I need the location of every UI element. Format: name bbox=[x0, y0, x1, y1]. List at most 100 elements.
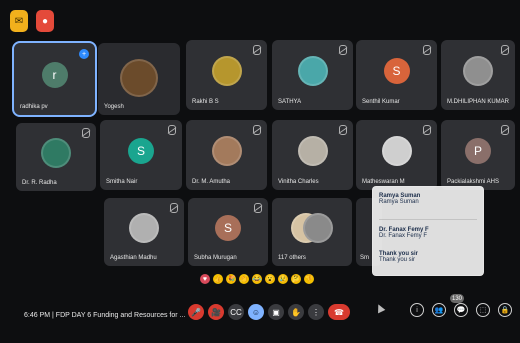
profile-photo bbox=[211, 55, 242, 86]
mic-off-icon bbox=[501, 45, 509, 55]
chat-panel[interactable]: Ramya Suman Ramya Suman Dr. Fanax Femy F… bbox=[372, 186, 484, 276]
mic-off-icon bbox=[423, 45, 431, 55]
participant-name: Dr. M. Amutha bbox=[192, 179, 231, 185]
bottom-bar: 6:46 PM | FDP DAY 6 Funding and Resource… bbox=[0, 294, 520, 343]
participant-name: Yogesh bbox=[104, 104, 124, 110]
profile-photo bbox=[381, 135, 412, 166]
chat-divider bbox=[379, 219, 477, 220]
mic-off-icon bbox=[501, 125, 509, 135]
profile-photo bbox=[41, 137, 71, 168]
mic-off-icon bbox=[253, 125, 261, 135]
participant-name: Rakhi B S bbox=[192, 99, 219, 105]
right-controls: i 👥 💬 ⬚ 🔒 bbox=[410, 303, 512, 317]
participant-name: Agasthian Madhu bbox=[110, 255, 157, 261]
avatar: S bbox=[215, 214, 241, 241]
present-button[interactable]: ▣ bbox=[268, 304, 284, 320]
heart-reaction-icon[interactable]: ♥ bbox=[200, 274, 210, 284]
thinking-reaction-icon[interactable]: 🤔 bbox=[291, 274, 301, 284]
mic-off-icon bbox=[339, 45, 347, 55]
mic-off-icon bbox=[170, 203, 178, 213]
info-icon[interactable]: i bbox=[410, 303, 424, 317]
participant-tile[interactable]: SATHYA bbox=[272, 40, 353, 110]
meeting-title: FDP DAY 6 Funding and Resources for ... bbox=[55, 312, 186, 319]
participant-tile[interactable]: S Senthil Kumar bbox=[356, 40, 437, 110]
party-reaction-icon[interactable]: 🎉 bbox=[226, 274, 236, 284]
participant-count-badge: 130 bbox=[450, 294, 464, 303]
participant-tile[interactable]: 117 others bbox=[272, 198, 352, 266]
avatar: S bbox=[383, 57, 410, 84]
participant-tile[interactable]: Matheswaran M bbox=[356, 120, 437, 190]
meeting-time: 6:46 PM bbox=[24, 312, 51, 319]
reactions-bar: ♥ 👍 🎉 👏 😂 😮 😢 🤔 👎 bbox=[200, 274, 314, 284]
mic-off-icon bbox=[254, 203, 262, 213]
participant-name: Senthil Kumar bbox=[362, 99, 400, 105]
thumbs-down-reaction-icon[interactable]: 👎 bbox=[304, 274, 314, 284]
participant-name: Matheswaran M bbox=[362, 179, 405, 185]
participant-tile[interactable]: S Smitha Nair bbox=[100, 120, 182, 190]
record-icon[interactable]: ● bbox=[36, 10, 54, 32]
meeting-info: 6:46 PM | FDP DAY 6 Funding and Resource… bbox=[24, 312, 185, 319]
mic-off-icon bbox=[339, 125, 347, 135]
avatar: r bbox=[41, 61, 68, 88]
avatar: P bbox=[465, 137, 491, 164]
people-icon[interactable]: 👥 bbox=[432, 303, 446, 317]
participant-tile[interactable]: + r radhika pv bbox=[12, 41, 97, 117]
thumbs-up-reaction-icon[interactable]: 👍 bbox=[213, 274, 223, 284]
emoji-button[interactable]: ☺ bbox=[248, 304, 264, 320]
mic-off-icon bbox=[253, 45, 261, 55]
call-controls: 🎤 🎥 CC ☺ ▣ ✋ ⋮ ☎ bbox=[188, 304, 350, 320]
participant-name: Packialakshmi AHS bbox=[447, 179, 500, 185]
chat-icon[interactable]: 💬 bbox=[454, 303, 468, 317]
chat-message: Ramya Suman Ramya Suman bbox=[379, 193, 477, 205]
chat-text: Thank you sir bbox=[379, 257, 416, 263]
clap-reaction-icon[interactable]: 👏 bbox=[239, 274, 249, 284]
participant-tile[interactable]: Vinitha Charles bbox=[272, 120, 353, 190]
participant-name: SATHYA bbox=[278, 99, 302, 105]
profile-photo bbox=[297, 55, 328, 86]
avatar: S bbox=[128, 137, 154, 164]
profile-photo bbox=[120, 58, 158, 97]
profile-photo bbox=[303, 212, 334, 243]
mic-off-icon bbox=[82, 128, 90, 138]
participant-name: Vinitha Charles bbox=[278, 179, 319, 185]
mic-off-icon bbox=[168, 125, 176, 135]
chat-message: Dr. Fanax Femy F Dr. Fanax Femy F bbox=[379, 227, 477, 239]
participant-name: Sm bbox=[360, 255, 369, 261]
camera-off-button[interactable]: 🎥 bbox=[208, 304, 224, 320]
participant-name: 117 others bbox=[278, 255, 306, 261]
captions-button[interactable]: CC bbox=[228, 304, 244, 320]
sad-reaction-icon[interactable]: 😢 bbox=[278, 274, 288, 284]
profile-photo bbox=[211, 135, 242, 166]
lock-icon[interactable]: 🔒 bbox=[498, 303, 512, 317]
mic-off-button[interactable]: 🎤 bbox=[188, 304, 204, 320]
meet-screen: ✉ ● + r radhika pv Yogesh Rakhi B S SATH… bbox=[0, 0, 520, 343]
participant-name: Smitha Nair bbox=[106, 179, 138, 185]
laugh-reaction-icon[interactable]: 😂 bbox=[252, 274, 262, 284]
chat-text: Dr. Fanax Femy F bbox=[379, 233, 428, 239]
more-options-button[interactable]: ⋮ bbox=[308, 304, 324, 320]
wow-reaction-icon[interactable]: 😮 bbox=[265, 274, 275, 284]
end-call-button[interactable]: ☎ bbox=[328, 304, 350, 320]
participant-tile[interactable]: Rakhi B S bbox=[186, 40, 267, 110]
raise-hand-button[interactable]: ✋ bbox=[288, 304, 304, 320]
activities-icon[interactable]: ⬚ bbox=[476, 303, 490, 317]
participant-name: Subha Murugan bbox=[194, 255, 237, 261]
top-left-icons: ✉ ● bbox=[10, 10, 54, 32]
participant-name: Dr. R. Radha bbox=[22, 180, 57, 186]
mail-icon[interactable]: ✉ bbox=[10, 10, 28, 32]
profile-photo bbox=[297, 135, 328, 166]
profile-photo bbox=[463, 55, 493, 86]
pin-icon[interactable]: + bbox=[79, 49, 89, 59]
participant-name: M.DHILIPHAN KUMAR bbox=[447, 99, 510, 105]
participant-tile[interactable]: Dr. M. Amutha bbox=[186, 120, 267, 190]
participant-tile[interactable]: P Packialakshmi AHS bbox=[441, 120, 515, 190]
chat-message: Thank you sir Thank you sir bbox=[379, 251, 477, 263]
mic-off-icon bbox=[423, 125, 431, 135]
participant-tile[interactable]: Yogesh bbox=[98, 43, 180, 115]
profile-photo bbox=[129, 212, 159, 243]
participant-tile[interactable]: M.DHILIPHAN KUMAR bbox=[441, 40, 515, 110]
participant-tile[interactable]: S Subha Murugan bbox=[188, 198, 268, 266]
participant-name: radhika pv bbox=[20, 104, 48, 110]
participant-tile[interactable]: Dr. R. Radha bbox=[16, 123, 96, 191]
participant-tile[interactable]: Agasthian Madhu bbox=[104, 198, 184, 266]
